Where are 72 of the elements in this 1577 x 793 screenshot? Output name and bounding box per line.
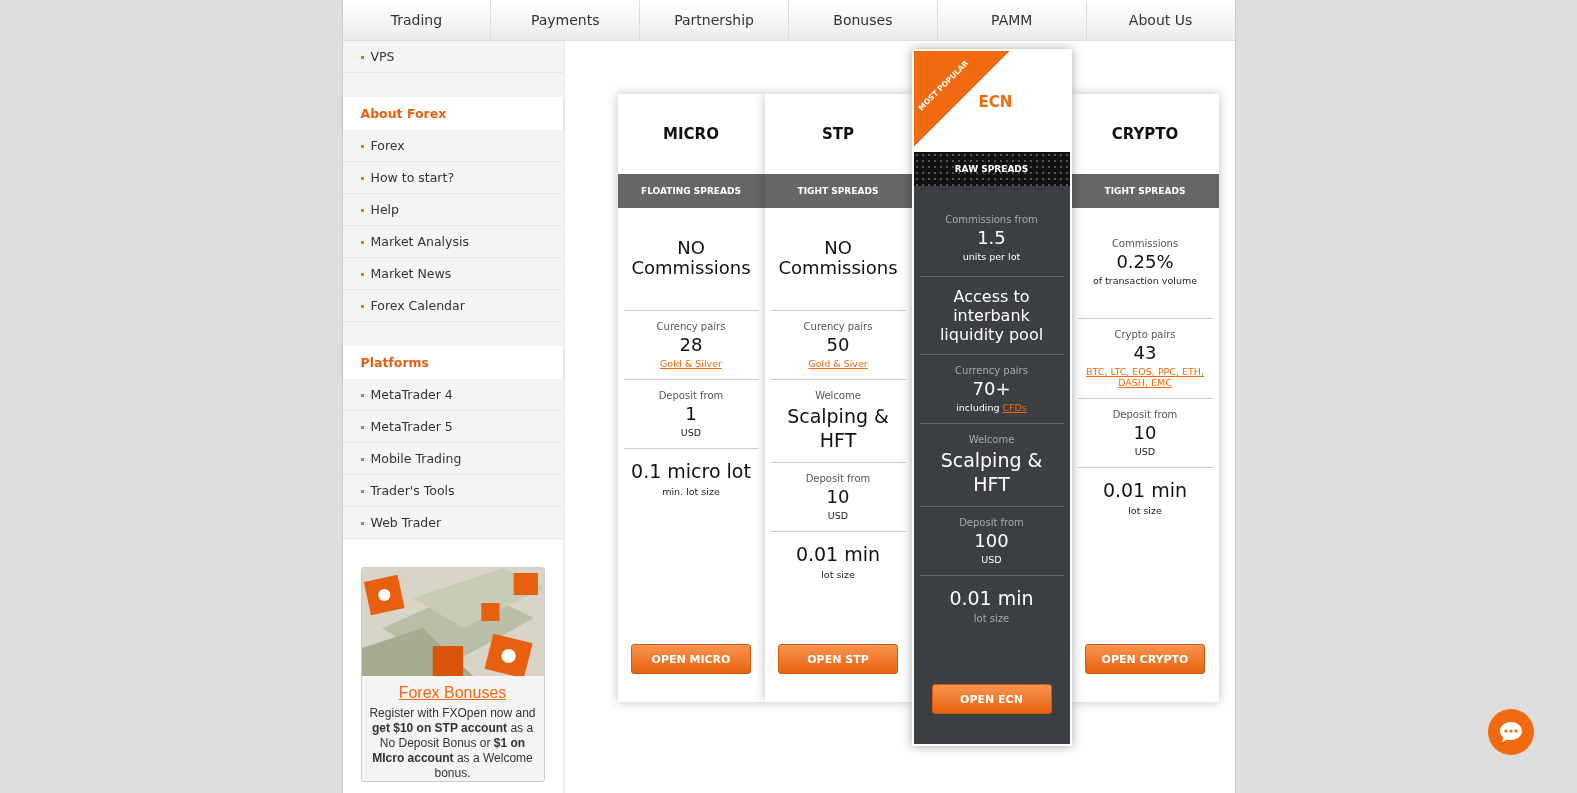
spreads-bar: TIGHT SPREADS xyxy=(764,174,912,208)
bullet-icon xyxy=(360,241,364,244)
field-label: Currency pairs xyxy=(955,365,1028,376)
field-value: Scalping & HFT xyxy=(786,404,890,452)
field-note: USD xyxy=(1134,446,1156,457)
nav-tab[interactable]: About Us xyxy=(1086,0,1235,40)
plan-name: ECN xyxy=(978,92,1013,111)
field-value: NO Commissions xyxy=(777,238,899,278)
chat-icon xyxy=(1499,721,1523,743)
field-label: Curency pairs xyxy=(803,321,873,332)
field-value: 1.5 xyxy=(977,228,1006,248)
field-note: min. lot size xyxy=(662,486,720,497)
bullet-icon xyxy=(360,209,364,212)
field-value: 1 xyxy=(685,404,697,424)
field-label: Deposit from xyxy=(1112,409,1178,420)
bullet-icon xyxy=(360,394,364,397)
field-label: Deposit from xyxy=(658,390,724,401)
field-value: 10 xyxy=(1133,423,1157,443)
spreads-bar: RAW SPREADS xyxy=(913,152,1070,186)
field-label: Curency pairs xyxy=(656,321,726,332)
field-note: lot size xyxy=(1128,505,1162,516)
field-label: Commissions xyxy=(1111,238,1179,249)
field-note: USD xyxy=(981,554,1002,565)
spreads-bar: TIGHT SPREADS xyxy=(1071,174,1219,208)
bullet-icon xyxy=(360,426,364,429)
field-value: Access to interbank liquidity pool xyxy=(938,287,1045,344)
plan-name: CRYPTO xyxy=(1111,125,1179,143)
field-value: 10 xyxy=(826,487,850,507)
field-note: of transaction volume xyxy=(1092,275,1198,286)
cfds-link[interactable]: CFDs xyxy=(1002,402,1027,413)
plan-name: MICRO xyxy=(663,125,719,143)
field-value: 0.1 micro lot xyxy=(631,459,751,483)
field-label: Deposit from xyxy=(959,517,1024,528)
field-value: 43 xyxy=(1133,343,1157,363)
field-label: Commissions from xyxy=(945,214,1038,225)
bullet-icon xyxy=(360,522,364,525)
field-value: 0.01 min xyxy=(949,586,1034,610)
bullet-icon xyxy=(360,273,364,276)
field-value: NO Commissions xyxy=(630,238,752,278)
bullet-icon xyxy=(360,458,364,461)
field-value: 70+ xyxy=(972,379,1011,399)
nav-tab[interactable]: PAMM xyxy=(937,0,1087,40)
bullet-icon xyxy=(360,177,364,180)
field-label: Crypto pairs xyxy=(1114,329,1176,340)
field-note: lot size xyxy=(821,569,855,580)
nav-tab[interactable]: Partnership xyxy=(640,0,789,40)
bullet-icon xyxy=(360,145,364,148)
chat-button[interactable] xyxy=(1488,709,1534,755)
field-note: including xyxy=(956,402,1000,413)
field-value: Scalping & HFT xyxy=(939,448,1044,496)
plan-name: STP xyxy=(822,125,854,143)
field-value: 50 xyxy=(826,335,850,355)
field-value: 28 xyxy=(679,335,703,355)
field-value: 0.25% xyxy=(1116,252,1174,272)
field-note: USD xyxy=(827,510,849,521)
field-label: lot size xyxy=(973,613,1010,624)
bullet-icon xyxy=(360,56,364,59)
bullet-icon xyxy=(360,490,364,493)
field-label: Deposit from xyxy=(805,473,871,484)
field-value: 0.01 min xyxy=(1102,478,1188,502)
field-value: 100 xyxy=(974,531,1009,551)
nav-tab[interactable]: Trading xyxy=(342,0,492,40)
field-label: Welcome xyxy=(815,390,861,401)
field-label: Welcome xyxy=(968,434,1015,445)
nav-tab[interactable]: Payments xyxy=(491,0,641,40)
field-value: 0.01 min xyxy=(795,542,881,566)
field-note: USD xyxy=(680,427,702,438)
bullet-icon xyxy=(360,305,364,308)
promo-text: Register with FXOpen now and get $10 on STP account as a No Deposit Bonus or $1 on MIcro account as a Welcome bonus. xyxy=(368,706,537,781)
nav-tab[interactable]: Bonuses xyxy=(789,0,938,40)
spreads-bar: FLOATING SPREADS xyxy=(617,174,765,208)
field-note: units per lot xyxy=(962,251,1021,262)
